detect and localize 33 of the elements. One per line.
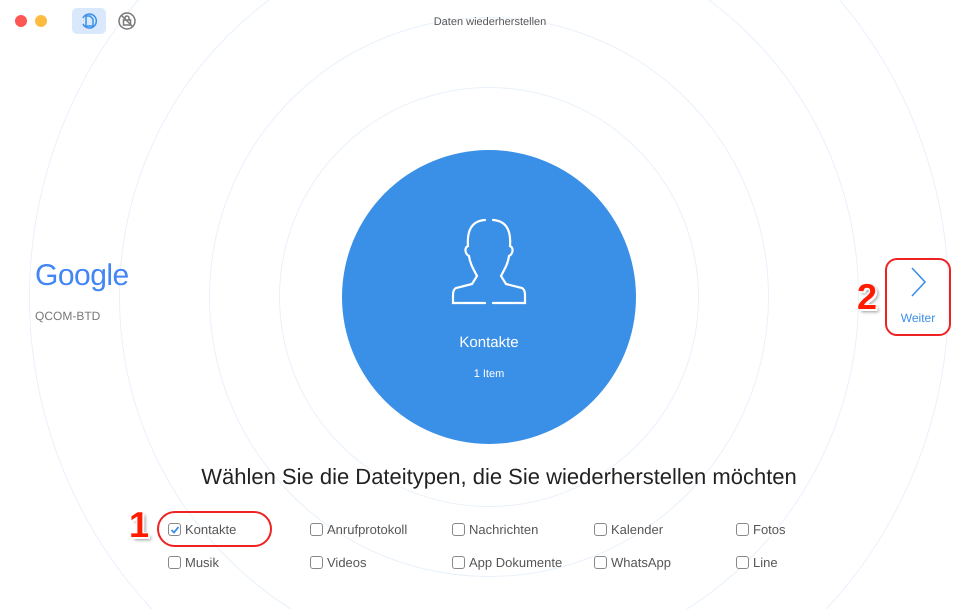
- category-title: Kontakte: [459, 333, 519, 353]
- checkmark-icon: [170, 524, 180, 534]
- checkbox[interactable]: [310, 556, 323, 569]
- file-type-checkbox[interactable]: Musik: [168, 552, 219, 572]
- file-type-checkbox[interactable]: Videos: [310, 552, 367, 572]
- file-type-checkbox[interactable]: App Dokumente: [452, 552, 562, 572]
- file-type-checkbox[interactable]: Nachrichten: [452, 520, 538, 540]
- device-brand: Google: [35, 259, 130, 293]
- checkbox[interactable]: [594, 556, 607, 569]
- instruction-heading: Wählen Sie die Dateitypen, die Sie wiederherstellen möchten: [200, 463, 798, 491]
- checkbox[interactable]: [452, 556, 465, 569]
- item-count: 1 Item: [474, 366, 504, 382]
- file-type-checkbox[interactable]: Kalender: [594, 520, 664, 540]
- checkbox[interactable]: [168, 523, 181, 536]
- device-model: QCOM-BTD: [35, 308, 102, 325]
- restore-tool-button[interactable]: [72, 8, 106, 34]
- file-type-checkbox[interactable]: Line: [736, 552, 778, 572]
- file-type-checkbox[interactable]: Anrufprotokoll: [310, 520, 408, 540]
- checkbox[interactable]: [310, 523, 323, 536]
- lock-circle-icon: [117, 11, 137, 31]
- chevron-right-icon: [910, 267, 926, 297]
- checkbox[interactable]: [736, 523, 749, 536]
- checkbox[interactable]: [168, 556, 181, 569]
- file-type-checkbox[interactable]: WhatsApp: [594, 552, 671, 572]
- close-button[interactable]: [15, 15, 27, 27]
- file-type-checkbox[interactable]: Kontakte: [168, 520, 236, 540]
- file-type-checkbox[interactable]: Fotos: [736, 520, 786, 540]
- annotation-number: 2: [856, 275, 877, 319]
- checkbox[interactable]: [594, 523, 607, 536]
- window-title: Daten wiederherstellen: [434, 15, 546, 30]
- checkbox[interactable]: [736, 556, 749, 569]
- annotation-number: 1: [128, 505, 150, 545]
- checkbox[interactable]: [452, 523, 465, 536]
